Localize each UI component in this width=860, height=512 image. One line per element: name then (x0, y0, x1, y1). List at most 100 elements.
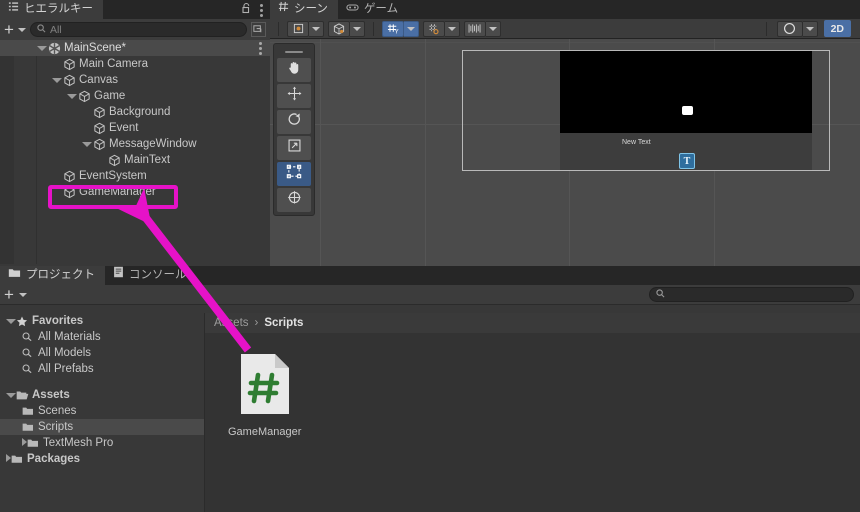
snap-group[interactable] (423, 20, 460, 37)
selection-handle[interactable] (682, 106, 693, 115)
expand-arrow[interactable] (6, 315, 16, 327)
hierarchy-item-background[interactable]: Background (0, 104, 270, 120)
hierarchy-toolbar: + All (0, 19, 270, 40)
project-tree-item-scenes[interactable]: Scenes (0, 403, 204, 419)
console-icon (113, 266, 124, 285)
shading-group[interactable] (776, 20, 818, 37)
text-component-gizmo[interactable]: T (679, 153, 695, 169)
rotate-tool[interactable] (277, 110, 311, 134)
project-tree-item-all-materials[interactable]: All Materials (0, 329, 204, 345)
hierarchy-item-canvas[interactable]: Canvas (0, 72, 270, 88)
grid-axis-group[interactable]: Y (382, 20, 419, 37)
gameobject-icon (93, 138, 106, 151)
rect-transform-icon (286, 164, 302, 184)
tool-palette-grip[interactable] (277, 47, 311, 56)
grid-snap-icon[interactable] (423, 20, 445, 37)
pivot-toggle-group[interactable] (287, 20, 324, 37)
project-tree-label: TextMesh Pro (43, 437, 114, 449)
gameobject-icon (108, 154, 121, 167)
asset-grid[interactable]: GameManager (205, 333, 860, 512)
hand-tool[interactable] (277, 58, 311, 82)
project-tree-item-scripts[interactable]: Scripts (0, 419, 204, 435)
lock-open-icon[interactable] (241, 1, 252, 19)
tab-hierarchy[interactable]: ヒエラルキー (0, 0, 103, 19)
hierarchy-menu-icon[interactable] (260, 3, 264, 17)
shading-dropdown-icon[interactable] (802, 20, 818, 37)
breadcrumb-root[interactable]: Assets (214, 317, 249, 329)
expand-arrow[interactable] (81, 141, 93, 147)
expand-arrow[interactable] (6, 389, 16, 401)
tab-game[interactable]: ゲーム (337, 0, 409, 19)
hierarchy-item-event[interactable]: Event (0, 120, 270, 136)
folder-icon (22, 406, 34, 416)
ruler-group[interactable] (464, 20, 501, 37)
expand-arrow[interactable] (51, 77, 63, 83)
tab-console-label: コンソール (129, 269, 187, 281)
hierarchy-add-button[interactable]: + (4, 21, 14, 38)
transform-icon (287, 190, 302, 210)
background-sprite (560, 51, 812, 133)
project-tree-item-textmesh-pro[interactable]: TextMesh Pro (0, 435, 204, 451)
gameobject-icon (63, 58, 76, 71)
hierarchy-item-messagewindow[interactable]: MessageWindow (0, 136, 270, 152)
project-tree-item-favorites[interactable]: Favorites (0, 313, 204, 329)
hierarchy-item-maintext[interactable]: MainText (0, 152, 270, 168)
scene-row-menu-icon[interactable] (259, 41, 263, 55)
hierarchy-scene-row[interactable]: MainScene* (0, 40, 270, 56)
move-tool[interactable] (277, 84, 311, 108)
scale-icon (287, 138, 302, 158)
snap-dropdown-icon[interactable] (445, 20, 460, 37)
hierarchy-item-eventsystem[interactable]: EventSystem (0, 168, 270, 184)
mode-2d-toggle[interactable]: 2D (823, 20, 851, 37)
scene-expand-arrow[interactable] (36, 45, 48, 51)
project-folder-tree[interactable]: Favorites All Materials All Models All P… (0, 313, 205, 512)
pivot-dropdown-icon[interactable] (309, 20, 324, 37)
hierarchy-item-label: Background (109, 106, 171, 118)
scene-view-panel: シーン ゲーム Y 2D New Text T (270, 0, 860, 266)
rotate-icon (287, 112, 302, 132)
ruler-icon[interactable] (464, 20, 486, 37)
pivot-center-icon[interactable] (287, 20, 309, 37)
project-add-button[interactable]: + (4, 286, 14, 303)
tab-project[interactable]: プロジェクト (0, 266, 105, 285)
scale-tool[interactable] (277, 136, 311, 160)
tab-console[interactable]: コンソール (105, 266, 197, 285)
folder-open-icon (16, 390, 29, 400)
local-global-cube-icon[interactable] (328, 20, 350, 37)
hierarchy-item-label: Event (109, 122, 139, 134)
hierarchy-tree[interactable]: MainScene* Main Camera Canvas Game Backg… (0, 40, 270, 264)
hierarchy-item-game[interactable]: Game (0, 88, 270, 104)
hierarchy-item-main-camera[interactable]: Main Camera (0, 56, 270, 72)
project-tree-item-all-prefabs[interactable]: All Prefabs (0, 361, 204, 377)
scene-toolbar-right: 2D (762, 20, 856, 37)
expand-arrow[interactable] (66, 93, 78, 99)
project-tree-item-all-models[interactable]: All Models (0, 345, 204, 361)
project-tree-label: Favorites (32, 315, 84, 327)
ruler-dropdown-icon[interactable] (486, 20, 501, 37)
project-tree-item-packages[interactable]: Packages (0, 451, 204, 467)
grid-axis-dropdown-icon[interactable] (404, 20, 419, 37)
tab-scene[interactable]: シーン (270, 0, 338, 19)
gameobject-icon (93, 106, 106, 119)
handle-dropdown-icon[interactable] (350, 20, 365, 37)
rect-tool[interactable] (277, 162, 311, 186)
hierarchy-add-dropdown-icon[interactable] (17, 27, 26, 32)
handle-toggle-group[interactable] (328, 20, 365, 37)
scene-viewport[interactable]: New Text T (270, 39, 860, 266)
hierarchy-item-label: Game (94, 90, 126, 102)
project-panel: プロジェクト コンソール + Favorites All Materials A… (0, 266, 860, 512)
gameobject-icon (78, 90, 91, 103)
lighting-sphere-icon[interactable] (776, 20, 803, 37)
csharp-script-icon (239, 353, 291, 420)
hierarchy-search-input[interactable]: All (29, 22, 247, 37)
project-add-dropdown-icon[interactable] (18, 292, 27, 297)
project-tree-item-assets[interactable]: Assets (0, 387, 204, 403)
scene-tabbar-space (408, 0, 860, 19)
asset-item-gamemanager[interactable]: GameManager (228, 353, 301, 438)
unity-scene-icon (48, 42, 61, 55)
transform-tool[interactable] (277, 188, 311, 212)
toolbar-sep-1 (278, 21, 279, 36)
window-picker-icon[interactable] (251, 22, 266, 37)
project-search-input[interactable] (649, 287, 854, 302)
grid-axis-y-icon[interactable]: Y (382, 20, 404, 37)
